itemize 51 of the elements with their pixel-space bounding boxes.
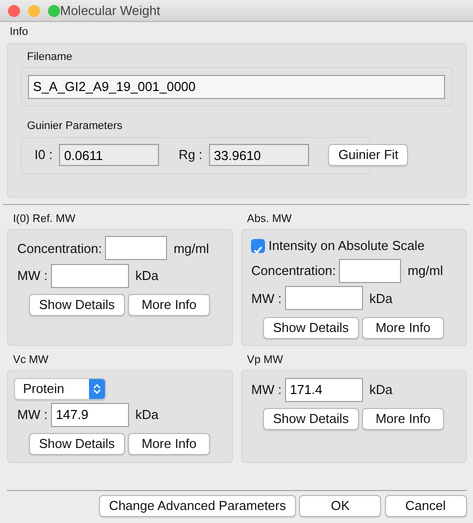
checkbox-label: Intensity on Absolute Scale [268, 237, 425, 256]
zoom-button[interactable] [48, 4, 60, 16]
field-label: MW : [251, 380, 282, 399]
dialog-button[interactable]: Change Advanced Parameters [98, 494, 296, 516]
value-field[interactable] [339, 259, 402, 283]
value-field[interactable]: 0.0611 [59, 144, 160, 166]
dialog-button[interactable]: Cancel [384, 494, 466, 516]
unit-label: kDa [369, 380, 392, 399]
action-button[interactable]: More Info [362, 316, 444, 339]
value-field[interactable]: 147.9 [50, 402, 129, 427]
group-title: I(0) Ref. MW [13, 212, 76, 226]
field-label: Filename [27, 50, 74, 64]
group-title: Abs. MW [247, 212, 293, 226]
window-title: Molecular Weight [60, 2, 160, 20]
action-button[interactable]: Show Details [28, 433, 125, 456]
field-label: MW : [251, 290, 282, 308]
field-label: Concentration: [17, 240, 102, 258]
value-field[interactable]: 33.9610 [208, 144, 309, 166]
close-button[interactable] [8, 4, 20, 16]
unit-label: kDa [369, 290, 392, 308]
action-button[interactable]: Show Details [262, 408, 359, 430]
field-label: Concentration: [251, 262, 336, 280]
checkbox-box[interactable] [251, 239, 266, 253]
group-title: Info [10, 25, 30, 40]
dialog-button[interactable]: OK [299, 494, 382, 516]
value-field[interactable]: 171.4 [284, 378, 363, 402]
type-dropdown[interactable]: Protein [14, 378, 106, 400]
value-field[interactable] [50, 264, 129, 288]
action-button[interactable]: More Info [128, 294, 210, 316]
filename-field[interactable]: S_A_GI2_A9_19_001_0000 [28, 74, 445, 99]
unit-label: mg/ml [174, 240, 209, 258]
unit-label: kDa [135, 266, 158, 285]
unit-label: kDa [135, 406, 158, 424]
field-label: Rg : [178, 146, 202, 164]
field-label: I0 : [34, 146, 53, 164]
action-button[interactable]: More Info [362, 408, 444, 430]
value-field[interactable] [105, 236, 168, 260]
field-label: Guinier Parameters [27, 119, 124, 134]
action-button[interactable]: Show Details [28, 294, 125, 316]
guinier-fit-button[interactable]: Guinier Fit [328, 144, 408, 166]
checkbox[interactable]: Intensity on Absolute Scale [251, 236, 459, 256]
action-button[interactable]: Show Details [262, 316, 359, 339]
group-title: Vc MW [13, 352, 50, 367]
dropdown-value: Protein [23, 380, 64, 398]
field-label: MW : [17, 406, 48, 424]
group-title: Vp MW [247, 352, 284, 367]
value-field[interactable] [284, 286, 363, 310]
action-button[interactable]: More Info [128, 433, 210, 456]
dropdown-arrows-icon [89, 378, 105, 398]
field-label: MW : [17, 266, 48, 285]
unit-label: mg/ml [408, 262, 443, 280]
